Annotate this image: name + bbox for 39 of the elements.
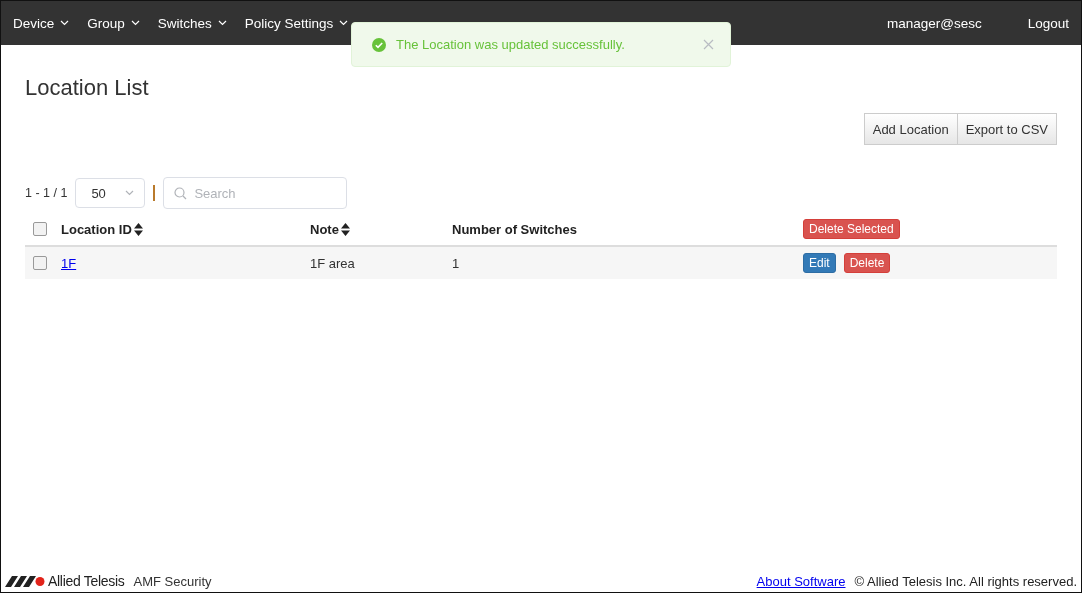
check-circle-icon — [372, 37, 386, 52]
product-name: AMF Security — [133, 573, 212, 589]
nav-menu-item[interactable]: Switches — [157, 15, 227, 31]
table-cell-text: 1 — [452, 255, 461, 271]
close-icon[interactable] — [703, 39, 714, 50]
about-link[interactable]: About Software — [756, 573, 846, 589]
chevron-down-icon — [130, 20, 140, 26]
sort-icon[interactable] — [133, 222, 143, 236]
edit-button[interactable]: Edit — [803, 253, 836, 273]
search-field[interactable]: Search — [163, 177, 348, 209]
copyright-text: © Allied Telesis Inc. All rights reserved. — [854, 573, 1077, 589]
brand-name: Allied Telesis — [48, 573, 125, 589]
table-cell-text: 1F area — [310, 255, 356, 271]
column-header[interactable]: Location ID — [61, 221, 310, 237]
row-checkbox[interactable] — [33, 256, 47, 270]
toast-message: The Location was updated successfully. — [396, 37, 626, 52]
logout-link[interactable]: Logout — [1027, 15, 1069, 31]
sort-icon[interactable] — [340, 222, 350, 236]
chevron-down-icon — [125, 190, 135, 196]
nav-menu-item[interactable]: Group — [87, 15, 140, 31]
result-range: 1 - 1 / 1 — [25, 186, 68, 200]
page-size-select[interactable]: 50 — [75, 178, 146, 208]
page-title: Location List — [25, 75, 150, 101]
nav-menu-item[interactable]: Policy Settings — [244, 15, 349, 31]
column-header[interactable]: Number of Switches — [452, 221, 803, 237]
search-icon — [174, 187, 188, 200]
delete-selected-button[interactable]: Delete Selected — [803, 219, 900, 239]
nav-menu-item[interactable]: Device — [13, 15, 70, 31]
select-all-checkbox[interactable] — [33, 222, 47, 236]
column-header[interactable]: Note — [310, 221, 452, 237]
user-name[interactable]: manager@sesc — [886, 15, 982, 31]
chevron-down-icon — [217, 20, 227, 26]
action-button[interactable]: Add Location — [863, 113, 958, 145]
delete-button[interactable]: Delete — [843, 253, 891, 273]
location-link[interactable]: 1F — [61, 256, 77, 271]
chevron-down-icon — [60, 20, 70, 26]
logo-icon — [5, 575, 45, 587]
chevron-down-icon — [339, 20, 349, 26]
action-button[interactable]: Export to CSV — [957, 113, 1057, 145]
